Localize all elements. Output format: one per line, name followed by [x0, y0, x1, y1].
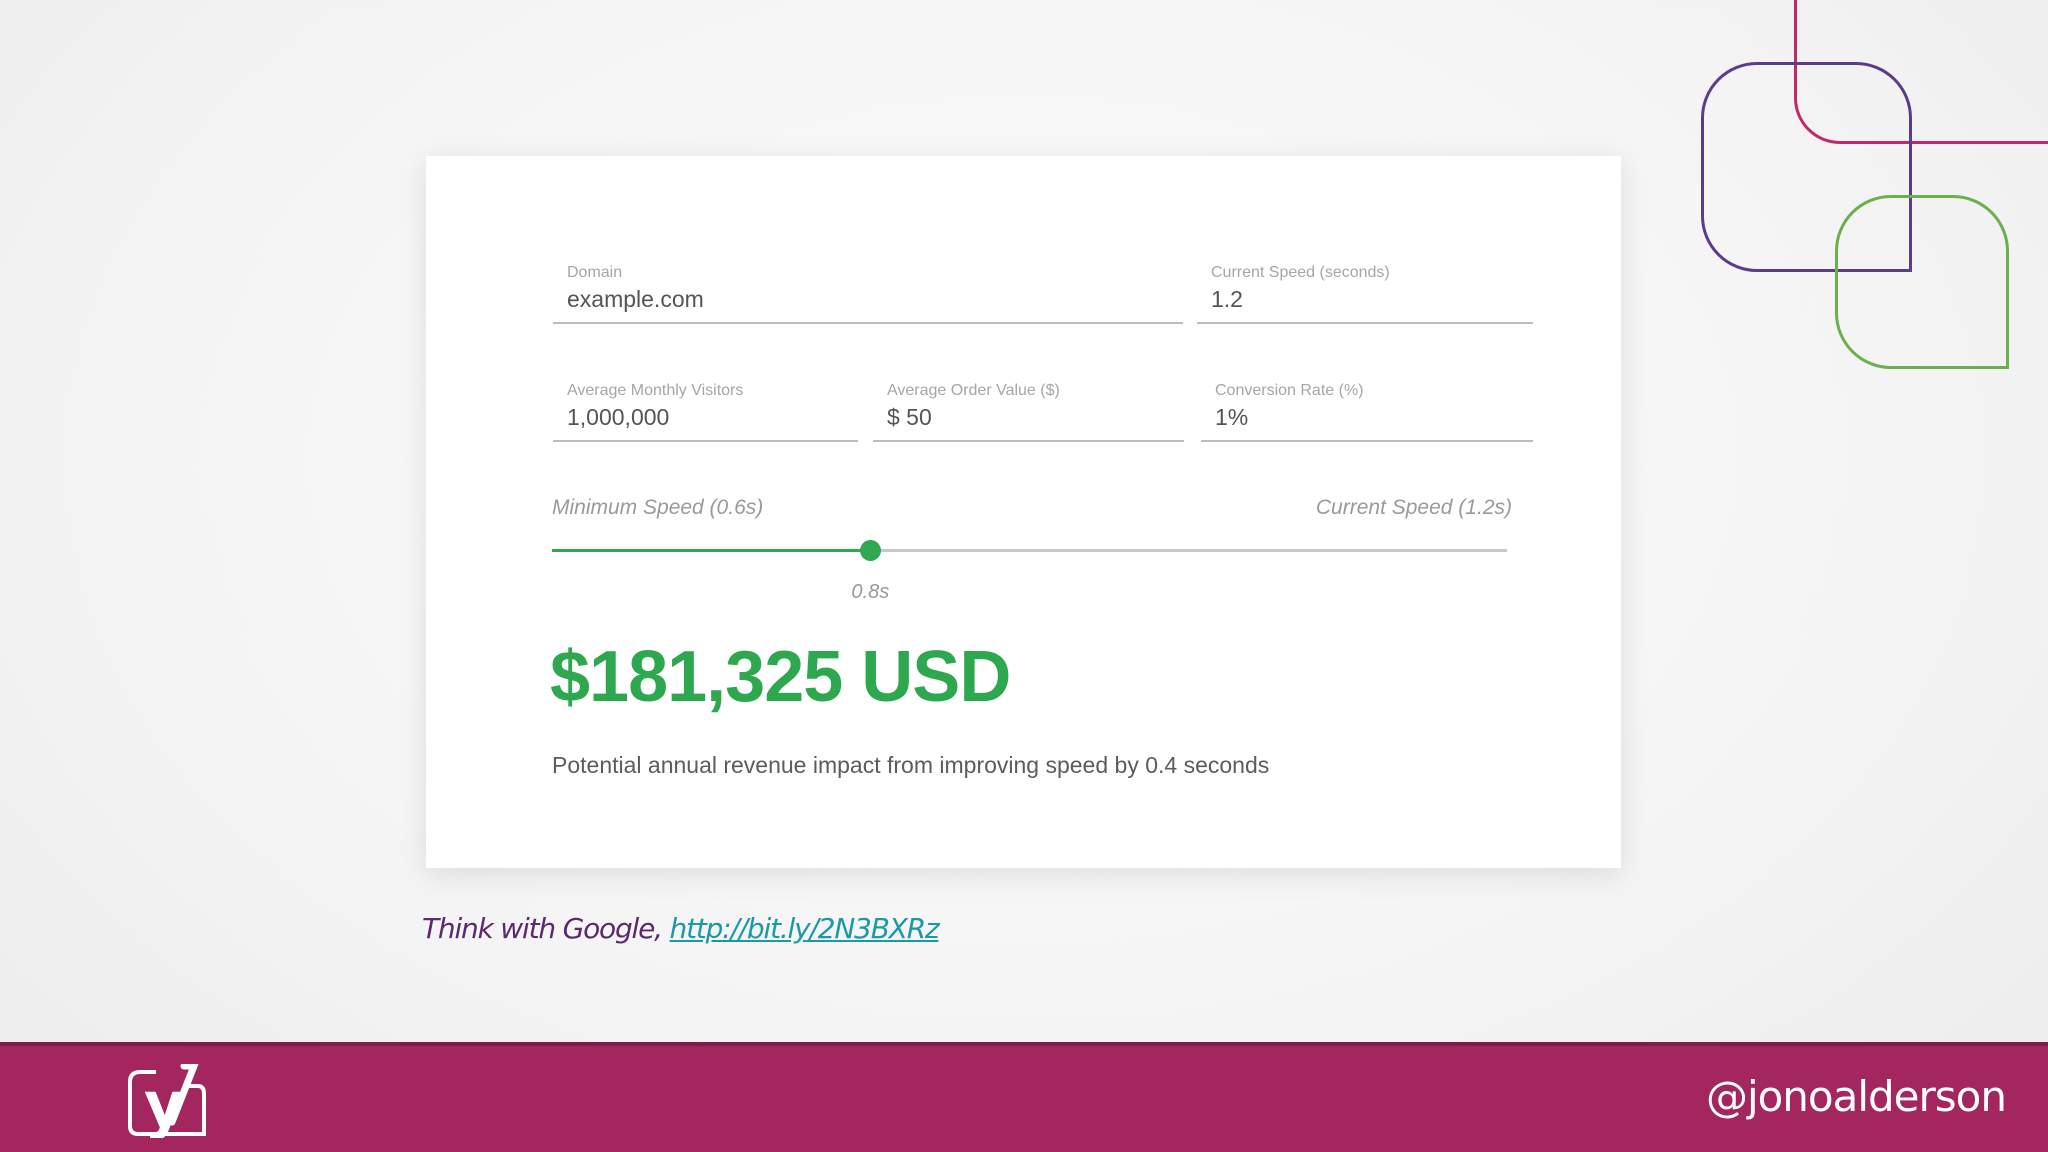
domain-value[interactable]: example.com	[567, 286, 704, 313]
twitter-handle: @jonoalderson	[1705, 1072, 2007, 1121]
yoast-logo-icon: y	[128, 1064, 206, 1138]
footer-bar: y @jonoalderson	[0, 1042, 2048, 1152]
speed-calculator-card: Domain example.com Current Speed (second…	[426, 156, 1621, 868]
slider-value-label: 0.8s	[851, 581, 890, 603]
conversion-rate-field[interactable]: Conversion Rate (%) 1%	[1201, 382, 1533, 442]
slider-max-label: Current Speed (1.2s)	[1315, 496, 1512, 519]
order-value-value[interactable]: $ 50	[887, 404, 932, 431]
revenue-impact-amount: $181,325 USD	[550, 637, 1011, 717]
current-speed-field[interactable]: Current Speed (seconds) 1.2	[1197, 264, 1533, 324]
monthly-visitors-value[interactable]: 1,000,000	[567, 404, 669, 431]
domain-field[interactable]: Domain example.com	[553, 264, 1183, 324]
order-value-label: Average Order Value ($)	[887, 382, 1060, 399]
conversion-rate-label: Conversion Rate (%)	[1215, 382, 1364, 399]
slider-fill	[552, 549, 871, 552]
speed-slider[interactable]	[552, 540, 1507, 561]
slider-min-label: Minimum Speed (0.6s)	[552, 496, 764, 519]
citation: Think with Google, http://bit.ly/2N3BXRz	[422, 912, 940, 945]
monthly-visitors-label: Average Monthly Visitors	[567, 382, 744, 399]
order-value-field[interactable]: Average Order Value ($) $ 50	[873, 382, 1184, 442]
decorative-green-shape	[1835, 195, 2009, 369]
current-speed-value[interactable]: 1.2	[1211, 286, 1243, 313]
citation-link[interactable]: http://bit.ly/2N3BXRz	[670, 912, 940, 945]
domain-label: Domain	[567, 264, 623, 281]
citation-source: Think with Google,	[422, 912, 670, 945]
current-speed-label: Current Speed (seconds)	[1211, 264, 1390, 281]
slider-handle[interactable]	[860, 540, 882, 561]
conversion-rate-value[interactable]: 1%	[1215, 404, 1248, 431]
monthly-visitors-field[interactable]: Average Monthly Visitors 1,000,000	[553, 382, 858, 442]
revenue-impact-description: Potential annual revenue impact from imp…	[552, 752, 1270, 778]
